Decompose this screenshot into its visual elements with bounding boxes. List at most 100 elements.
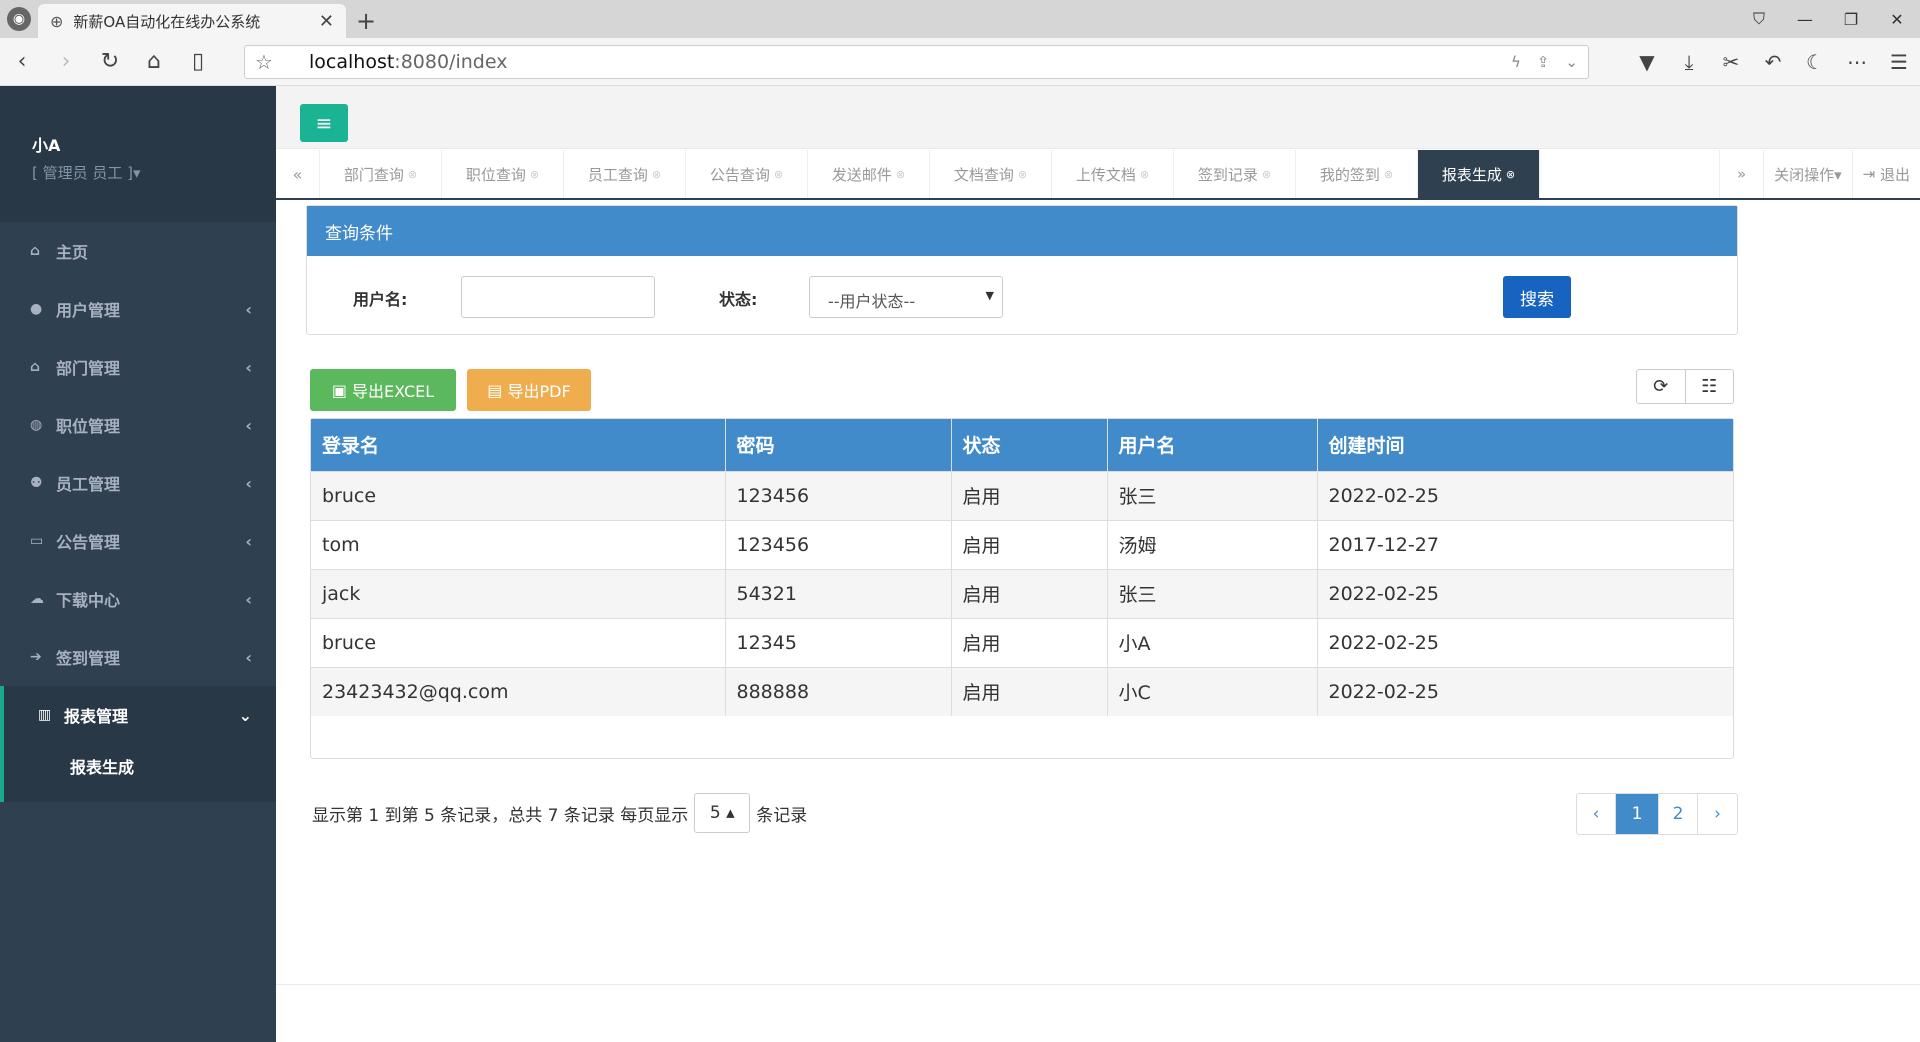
table-row[interactable]: 23423432@qq.com 888888 启用 小C 2022-02-25 [311, 666, 1733, 716]
prev-page-button[interactable]: ‹ [1577, 794, 1616, 834]
profile-name: 小A [32, 136, 61, 155]
tab-signin-records[interactable]: 签到记录 ⊗ [1174, 150, 1296, 198]
page-button-2[interactable]: 2 [1659, 794, 1698, 834]
tab-label: 我的签到 [1319, 165, 1380, 184]
column-header-status[interactable]: 状态 [951, 419, 1108, 471]
sidebar-subitem-report-generate[interactable]: 报表生成 [0, 744, 276, 788]
sidebar-item-label: 签到管理 [56, 649, 121, 668]
table-row[interactable]: jack 54321 启用 张三 2022-02-25 [311, 568, 1733, 618]
page-size-dropdown[interactable]: 5 ▴ [694, 793, 751, 833]
tab-label: 上传文档 [1075, 165, 1136, 184]
table-cell: tom [311, 519, 726, 569]
column-header-username[interactable]: 用户名 [1107, 419, 1318, 471]
tab-upload-document[interactable]: 上传文档 ⊗ [1052, 150, 1174, 198]
tab-label: 文档查询 [953, 165, 1014, 184]
minimize-button[interactable]: — [1782, 0, 1828, 38]
close-window-button[interactable]: ✕ [1874, 0, 1920, 38]
page-button-1[interactable]: 1 [1616, 794, 1659, 834]
pagination-info-prefix: 显示第 1 到第 5 条记录，总共 7 条记录 每页显示 [312, 805, 689, 826]
table-row[interactable]: bruce 12345 启用 小A 2022-02-25 [311, 617, 1733, 667]
download-icon[interactable]: ⤓ [1668, 41, 1710, 83]
tab-notice-query[interactable]: 公告查询 ⊗ [686, 150, 808, 198]
sidebar-item-employees[interactable]: ⚉ 员工管理 ‹ [0, 454, 276, 512]
chevron-down-icon[interactable]: ⌄ [1565, 53, 1578, 71]
sidebar-item-reports[interactable]: ▥ 报表管理 ⌄ [0, 686, 276, 744]
export-pdf-button[interactable]: ▤ 导出PDF [467, 369, 591, 411]
close-tab-icon[interactable]: ⊗ [1140, 168, 1149, 181]
column-header-created[interactable]: 创建时间 [1317, 419, 1733, 471]
close-tab-icon[interactable]: ⊗ [1384, 168, 1393, 181]
tab-position-query[interactable]: 职位查询 ⊗ [442, 150, 564, 198]
menu-toggle-button[interactable]: ≡ [300, 104, 348, 142]
bookmark-star-icon[interactable]: ☆ [255, 50, 285, 74]
scroll-left-button[interactable]: « [276, 150, 320, 198]
sidebar-item-label: 公告管理 [56, 533, 121, 552]
tab-label: 部门查询 [343, 165, 404, 184]
column-header-login[interactable]: 登录名 [311, 419, 726, 471]
next-page-button[interactable]: › [1698, 794, 1737, 834]
close-tab-icon[interactable]: ⊗ [774, 168, 783, 181]
tab-send-mail[interactable]: 发送邮件 ⊗ [808, 150, 930, 198]
sidebar-item-positions[interactable]: ◍ 职位管理 ‹ [0, 396, 276, 454]
home-button[interactable]: ⌂ [132, 40, 176, 84]
new-tab-button[interactable]: + [346, 4, 386, 38]
reload-button[interactable]: ↻ [88, 40, 132, 84]
sidebar-item-users[interactable]: ● 用户管理 ‹ [0, 280, 276, 338]
table-row[interactable]: tom 123456 启用 汤姆 2017-12-27 [311, 519, 1733, 569]
sidebar-item-label: 部门管理 [56, 359, 121, 378]
vivaldi-icon[interactable]: ▼ [1626, 41, 1668, 83]
columns-icon[interactable]: ☷ [1686, 370, 1734, 403]
status-select[interactable]: --用户状态-- ▼ [809, 276, 1003, 318]
share-icon[interactable]: ⇪ [1537, 53, 1550, 71]
table-row[interactable]: bruce 123456 启用 张三 2022-02-25 [311, 470, 1733, 520]
sidebar-item-label: 主页 [56, 243, 89, 262]
profile-panel: 小A [ 管理员 员工 ]▾ [0, 86, 276, 222]
page-tabs: 部门查询 ⊗ 职位查询 ⊗ 员工查询 ⊗ 公告查询 ⊗ 发送邮件 ⊗ 文档查询 ⊗ 上传文档… [320, 150, 1719, 198]
sidebar-item-home[interactable]: ⌂ 主页 [0, 222, 276, 280]
sidebar-submenu-padding [0, 788, 276, 802]
undo-icon[interactable]: ↶ [1752, 41, 1794, 83]
chevron-left-icon: ‹ [245, 531, 252, 551]
forward-button[interactable]: › [44, 40, 88, 84]
close-tab-icon[interactable]: ⊗ [652, 168, 661, 181]
lightning-icon[interactable]: ϟ [1511, 53, 1521, 71]
shirt-icon[interactable]: ⛉ [1736, 0, 1782, 38]
logout-button[interactable]: ⇥ 退出 [1851, 150, 1920, 198]
sidebar-item-downloads[interactable]: ☁ 下载中心 ‹ [0, 570, 276, 628]
close-tab-icon[interactable]: ⊗ [1018, 168, 1027, 181]
tab-report-generate[interactable]: 报表生成 ⊗ [1418, 150, 1540, 198]
sidebar-item-departments[interactable]: ⌂ 部门管理 ‹ [0, 338, 276, 396]
close-tab-icon[interactable]: ⊗ [408, 168, 417, 181]
tab-my-signin[interactable]: 我的签到 ⊗ [1296, 150, 1418, 198]
close-tab-icon[interactable]: ✕ [319, 11, 334, 32]
close-tab-icon[interactable]: ⊗ [530, 168, 539, 181]
tab-label: 职位查询 [465, 165, 526, 184]
scissors-icon[interactable]: ✂ [1710, 41, 1752, 83]
close-tab-icon[interactable]: ⊗ [1506, 168, 1515, 181]
sidebar-item-notices[interactable]: ▭ 公告管理 ‹ [0, 512, 276, 570]
column-header-password[interactable]: 密码 [725, 419, 952, 471]
sidebar-item-signin[interactable]: ➔ 签到管理 ‹ [0, 628, 276, 686]
search-button[interactable]: 搜索 [1503, 276, 1571, 318]
close-tab-icon[interactable]: ⊗ [1262, 168, 1271, 181]
reader-button[interactable]: ▯ [176, 40, 220, 84]
tab-document-query[interactable]: 文档查询 ⊗ [930, 150, 1052, 198]
menu-icon[interactable]: ☰ [1878, 41, 1920, 83]
back-button[interactable]: ‹ [0, 40, 44, 84]
browser-tab[interactable]: ⊕ 新薪OA自动化在线办公系统 ✕ [38, 4, 346, 38]
close-operations-dropdown[interactable]: 关闭操作▾ [1763, 150, 1852, 198]
scroll-right-button[interactable]: » [1719, 150, 1763, 198]
moon-icon[interactable]: ☾ [1794, 41, 1836, 83]
export-excel-button[interactable]: ▣ 导出EXCEL [310, 369, 456, 411]
tab-department-query[interactable]: 部门查询 ⊗ [320, 150, 442, 198]
profile-role-dropdown[interactable]: [ 管理员 员工 ]▾ [32, 162, 276, 183]
url-text[interactable]: localhost:8080/index [285, 51, 1495, 73]
refresh-icon[interactable]: ⟳ [1637, 370, 1686, 403]
close-tab-icon[interactable]: ⊗ [896, 168, 905, 181]
browser-logo[interactable]: ◉ [0, 0, 38, 38]
restore-button[interactable]: ❐ [1828, 0, 1874, 38]
address-bar[interactable]: ☆ localhost:8080/index ϟ ⇪ ⌄ [244, 45, 1589, 79]
more-icon[interactable]: ⋯ [1836, 41, 1878, 83]
tab-employee-query[interactable]: 员工查询 ⊗ [564, 150, 686, 198]
username-input[interactable] [461, 276, 655, 318]
